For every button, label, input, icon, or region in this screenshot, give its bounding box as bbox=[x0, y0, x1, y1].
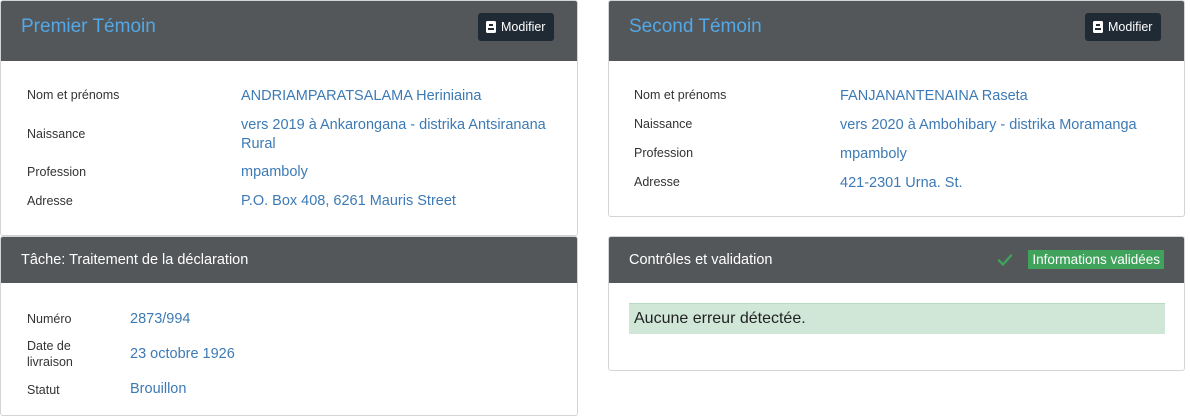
controls-header: Contrôles et validation Informations val… bbox=[609, 237, 1184, 283]
field-label: Adresse bbox=[634, 174, 680, 190]
modify-first-witness-button[interactable]: Modifier bbox=[478, 13, 555, 41]
address-value: 421-2301 Urna. St. bbox=[840, 175, 963, 191]
first-witness-header: Premier Témoin Modifier bbox=[1, 1, 577, 61]
first-witness-title: Premier Témoin bbox=[21, 16, 156, 37]
second-witness-title: Second Témoin bbox=[629, 16, 762, 37]
birth-label: Naissance bbox=[634, 117, 693, 131]
field-label: Adresse bbox=[27, 193, 73, 209]
field-value: 23 octobre 1926 bbox=[130, 345, 235, 364]
task-header: Tâche: Traitement de la déclaration bbox=[1, 237, 577, 283]
field-label: Naissance bbox=[27, 126, 85, 142]
address-label: Adresse bbox=[634, 175, 680, 189]
validated-badge: Informations validées bbox=[1028, 250, 1164, 269]
modify-second-witness-button[interactable]: Modifier bbox=[1085, 13, 1162, 41]
name-value: FANJANANTENAINA Raseta bbox=[840, 88, 1028, 104]
name-label: Nom et prénoms bbox=[634, 88, 727, 102]
birth-value: vers 2020 à Ambohibary - distrika Morama… bbox=[840, 117, 1137, 133]
field-value: FANJANANTENAINA Raseta bbox=[840, 87, 1028, 106]
number-value: 2873/994 bbox=[130, 311, 191, 327]
field-label: Statut bbox=[27, 382, 60, 398]
field-value: P.O. Box 408, 6261 Mauris Street bbox=[241, 192, 456, 211]
contact-card-icon bbox=[1093, 21, 1103, 33]
number-label: Numéro bbox=[27, 312, 72, 326]
birth-value-block: vers 2019 à Ankarongana - distrika Antsi… bbox=[241, 116, 546, 154]
profession-value: mpamboly bbox=[840, 146, 907, 162]
delivery-label: Date de bbox=[27, 339, 71, 353]
address-label: Adresse bbox=[27, 194, 73, 208]
field-label: Profession bbox=[27, 164, 86, 180]
birth-label: Naissance bbox=[27, 127, 86, 141]
modify-label: Modifier bbox=[501, 20, 546, 34]
field-label: Profession bbox=[634, 145, 693, 161]
name-value: ANDRIAMPARATSALAMA Heriniaina bbox=[241, 88, 482, 104]
birth-value: vers 2019 à Ankarongana - distrika Antsi… bbox=[241, 117, 546, 133]
profession-label: Profession bbox=[27, 165, 87, 179]
field-label: Naissance bbox=[634, 116, 692, 132]
birth-value-line2: Rural bbox=[241, 136, 276, 152]
profession-label: Profession bbox=[634, 146, 694, 160]
contact-card-icon bbox=[486, 21, 496, 33]
second-witness-header: Second Témoin Modifier bbox=[609, 1, 1184, 61]
field-label: Numéro bbox=[27, 311, 71, 327]
status-value: Brouillon bbox=[130, 381, 187, 397]
field-value: vers 2020 à Ambohibary - distrika Morama… bbox=[840, 116, 1137, 135]
field-value: Brouillon bbox=[130, 380, 186, 399]
delivery-label-line2: livraison bbox=[27, 355, 73, 369]
status-label: Statut bbox=[27, 383, 60, 397]
field-value: mpamboly bbox=[840, 145, 907, 164]
second-witness-panel: Second Témoin Modifier Nom et prénoms FA… bbox=[608, 0, 1185, 217]
field-value: 2873/994 bbox=[130, 310, 190, 329]
field-value: mpamboly bbox=[241, 163, 308, 182]
controls-title: Contrôles et validation bbox=[629, 252, 773, 268]
task-panel: Tâche: Traitement de la déclaration Numé… bbox=[0, 236, 578, 416]
field-label: Nom et prénoms bbox=[27, 87, 119, 103]
delivery-date-value: 23 octobre 1926 bbox=[130, 346, 235, 362]
address-value: P.O. Box 408, 6261 Mauris Street bbox=[241, 193, 456, 209]
profession-value: mpamboly bbox=[241, 164, 308, 180]
delivery-label-block: Date de livraison bbox=[27, 338, 73, 370]
check-icon bbox=[997, 254, 1013, 266]
first-witness-panel: Premier Témoin Modifier Nom et prénoms A… bbox=[0, 0, 578, 236]
field-value: ANDRIAMPARATSALAMA Heriniaina bbox=[241, 87, 481, 106]
controls-panel: Contrôles et validation Informations val… bbox=[608, 236, 1185, 371]
task-title: Tâche: Traitement de la déclaration bbox=[21, 252, 249, 268]
name-label: Nom et prénoms bbox=[27, 88, 120, 102]
no-error-alert: Aucune erreur détectée. bbox=[629, 303, 1165, 334]
field-label: Nom et prénoms bbox=[634, 87, 726, 103]
modify-label: Modifier bbox=[1108, 20, 1153, 34]
field-value: 421-2301 Urna. St. bbox=[840, 174, 963, 193]
